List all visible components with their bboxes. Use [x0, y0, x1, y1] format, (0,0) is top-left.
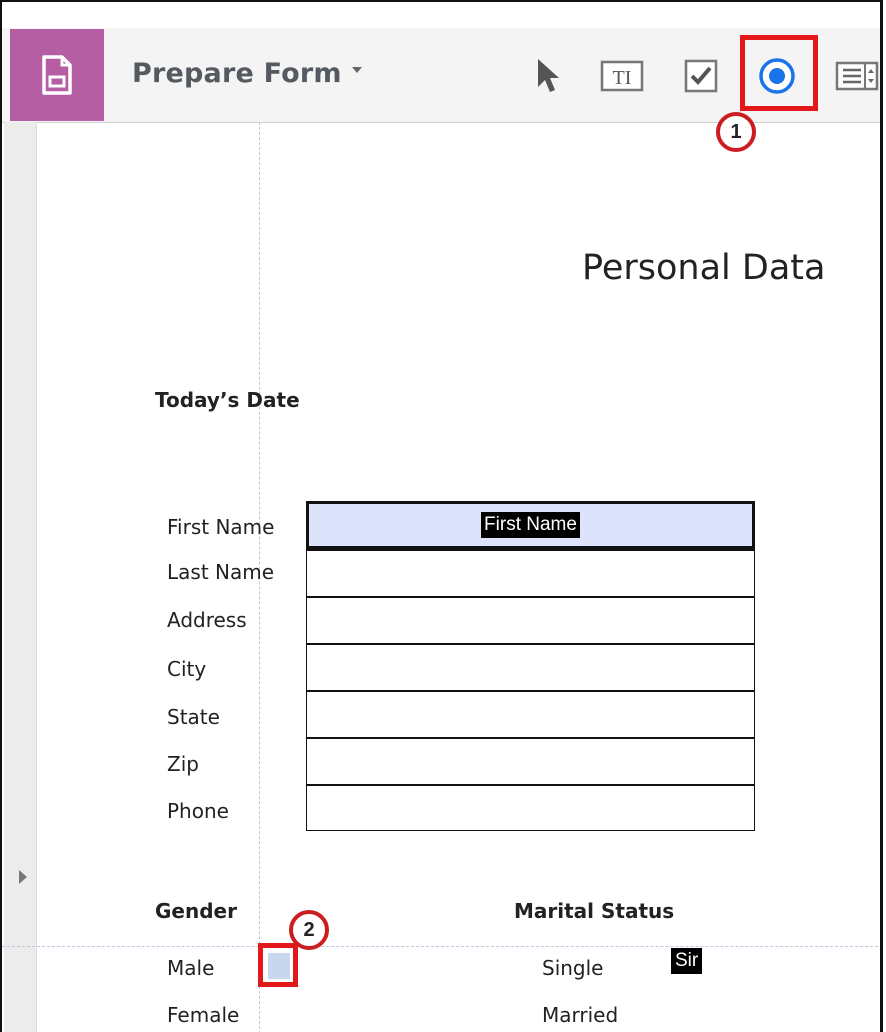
marital-option-single: Single: [542, 956, 604, 980]
table-row[interactable]: [307, 643, 754, 690]
top-strip: [2, 2, 880, 28]
svg-text:TI: TI: [613, 67, 632, 89]
field-label-first-name: First Name: [167, 515, 275, 539]
marital-status-label: Marital Status: [514, 899, 675, 923]
gender-option-male: Male: [167, 956, 215, 980]
radio-tool-highlight: [740, 35, 818, 111]
text-field-icon: TI: [600, 60, 644, 92]
chevron-down-icon[interactable]: [351, 66, 363, 74]
pointer-arrow-icon: [538, 59, 559, 92]
checkbox-icon: [684, 59, 718, 93]
callout-badge: 1: [716, 112, 756, 152]
document-form-icon: [42, 55, 72, 95]
field-label-address: Address: [167, 608, 247, 632]
callout-badge: 2: [289, 910, 329, 950]
checkbox-tool-button[interactable]: [680, 54, 722, 98]
field-label-phone: Phone: [167, 799, 229, 823]
table-row[interactable]: [307, 690, 754, 737]
horizontal-guide-line: [2, 946, 880, 947]
left-panel-rail: [4, 122, 37, 1032]
page-title: Personal Data: [582, 248, 826, 288]
select-tool-button[interactable]: [532, 54, 564, 98]
table-row[interactable]: [307, 549, 754, 596]
field-label-last-name: Last Name: [167, 560, 275, 584]
gender-option-female: Female: [167, 1003, 240, 1027]
table-row[interactable]: [307, 737, 754, 784]
marital-option-married: Married: [542, 1003, 619, 1027]
prepare-form-app-icon[interactable]: [10, 29, 104, 121]
single-radio-field-tag[interactable]: Sir: [671, 948, 703, 974]
field-label-city: City: [167, 657, 207, 681]
table-row[interactable]: [307, 596, 754, 643]
field-label-state: State: [167, 705, 220, 729]
list-box-tool-button[interactable]: [834, 54, 880, 98]
radio-field-placeholder[interactable]: [268, 953, 290, 979]
field-label-zip: Zip: [167, 752, 199, 776]
list-box-icon: [835, 61, 879, 91]
todays-date-label: Today’s Date: [155, 388, 300, 412]
window-frame: Prepare Form TI Personal Data Today’s Da…: [0, 0, 883, 1032]
personal-data-table: First Name: [306, 501, 755, 831]
form-field-name-tag: First Name: [481, 512, 580, 538]
male-radio-field-highlight[interactable]: [258, 943, 298, 987]
toolbar-title[interactable]: Prepare Form: [132, 58, 342, 89]
first-name-form-field[interactable]: First Name: [306, 501, 755, 549]
table-row[interactable]: [307, 784, 754, 830]
text-field-tool-button[interactable]: TI: [599, 54, 645, 98]
expand-panel-icon[interactable]: [17, 868, 29, 886]
gender-label: Gender: [155, 899, 237, 923]
